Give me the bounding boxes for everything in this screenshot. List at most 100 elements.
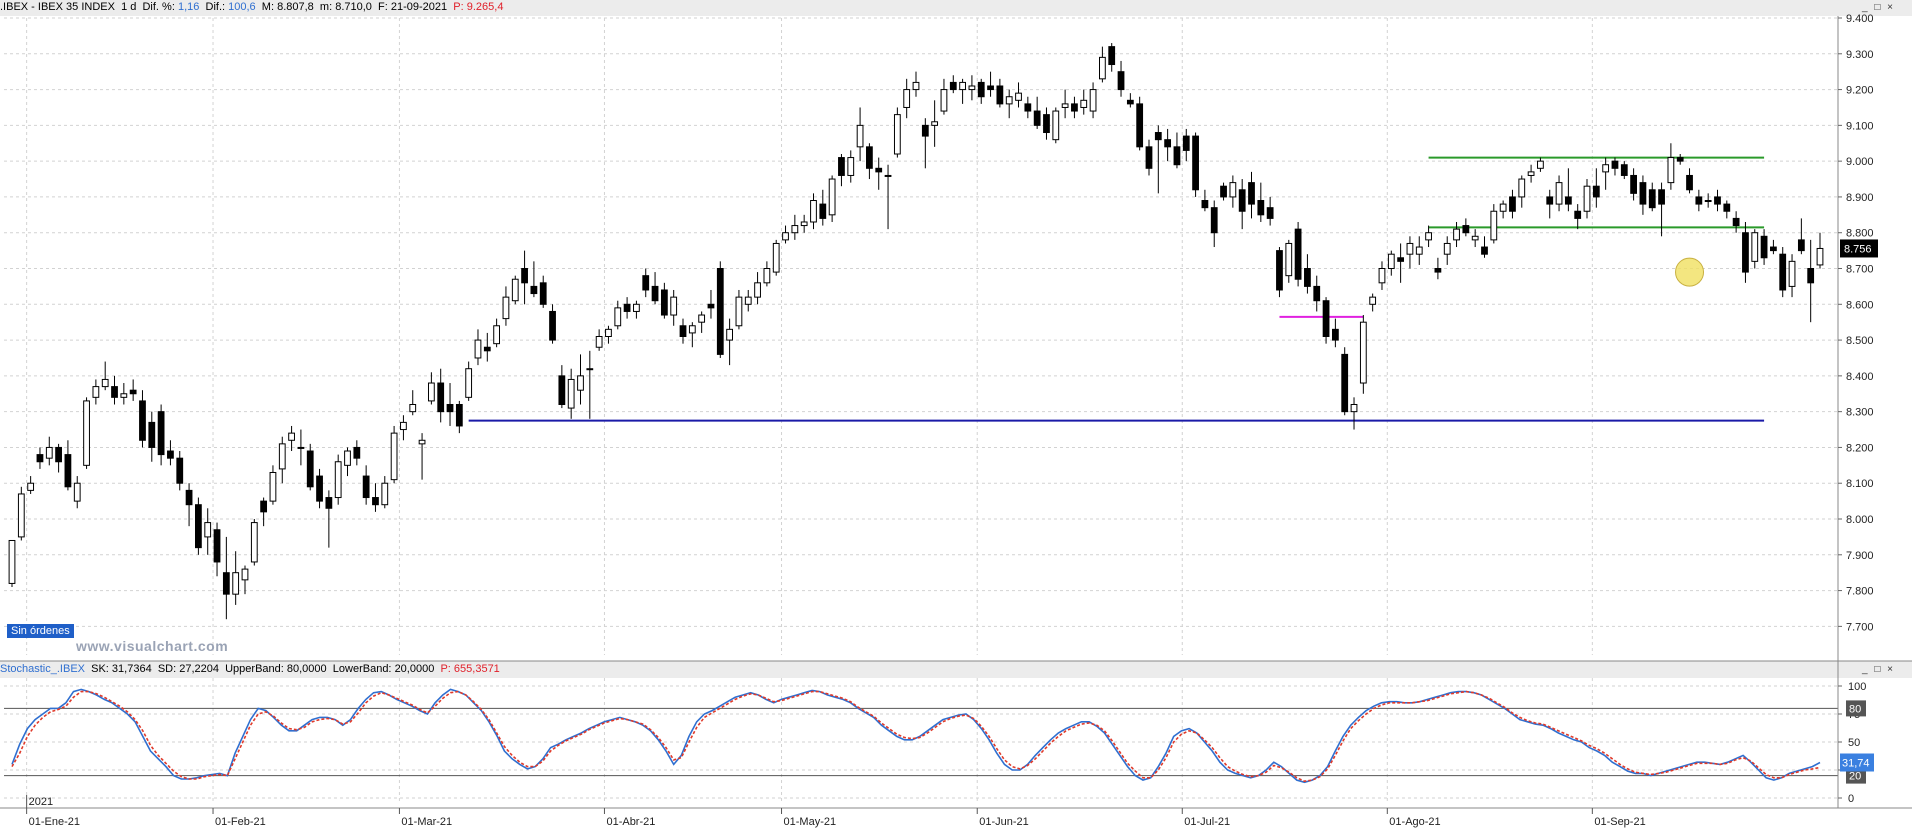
watermark: www.visualchart.com [76, 638, 229, 654]
candle-body [996, 85, 1004, 105]
candle-body [707, 303, 715, 309]
candle-body [1331, 328, 1339, 341]
candle-body [390, 432, 398, 481]
year-label: 2021 [29, 796, 53, 808]
price-tick-label: 9.300 [1846, 49, 1874, 61]
stochastic-window-buttons[interactable]: _ □ × [1862, 664, 1895, 675]
candle-body [455, 403, 463, 427]
candle-body [1024, 103, 1032, 112]
min-value: 8.710,0 [335, 1, 372, 13]
price-window-buttons[interactable]: _ □ × [1862, 2, 1895, 13]
candle-body [1080, 99, 1088, 108]
candle-body [651, 285, 659, 302]
candle-body [1192, 135, 1199, 191]
candle-body [949, 81, 957, 91]
candle-body [1751, 232, 1759, 262]
candle-body [521, 268, 528, 284]
candle-body [1788, 260, 1796, 287]
time-tick-label: 01-Jul-21 [1184, 816, 1230, 828]
candle-body [931, 121, 939, 126]
candle-body [381, 482, 389, 506]
candle-body [493, 325, 501, 345]
sd-label: SD: [157, 663, 177, 675]
date-label: F: [378, 1, 388, 13]
price-tick-label: 9.400 [1846, 13, 1874, 25]
candle-body [1760, 235, 1768, 259]
candle-body [1630, 174, 1637, 194]
upper-band-label: UpperBand: [225, 663, 284, 675]
last-price-label: 8.756 [1844, 243, 1872, 255]
candle-body [511, 278, 519, 302]
candle-body [893, 114, 901, 155]
candle-body [1620, 164, 1628, 176]
candle-body [1723, 203, 1731, 212]
candle-body [670, 296, 678, 316]
time-tick-label: 01-Ene-21 [29, 816, 80, 828]
candle-body [1369, 296, 1377, 305]
candle-body [502, 296, 510, 320]
candle-body [595, 336, 603, 348]
candle-body [586, 368, 594, 371]
highlight-marker [1675, 257, 1705, 287]
price-tick-label: 7.900 [1846, 550, 1874, 562]
candle-body [856, 124, 864, 148]
candle-body [819, 203, 827, 219]
price-tick-label: 8.300 [1846, 407, 1874, 419]
candle-body [1592, 185, 1600, 198]
candle-body [418, 439, 426, 445]
candle-body [549, 310, 556, 341]
candle-body [1397, 257, 1405, 262]
candle-body [1015, 92, 1022, 101]
candle-body [735, 296, 743, 327]
candle-body [1676, 157, 1684, 162]
orders-badge[interactable]: Sin órdenes [7, 624, 74, 638]
candle-body [1304, 268, 1311, 287]
candle-body [120, 393, 128, 398]
candle-body [204, 522, 212, 538]
candle-body [306, 450, 314, 488]
candle-body [1117, 71, 1125, 91]
max-label: M: [261, 1, 275, 13]
candle-body [176, 457, 184, 484]
chart-area: 7.700 7.800 7.900 8.000 8.100 8.200 8.300 8.400… [0, 0, 1912, 828]
dif-pct-value: 1,16 [177, 1, 200, 13]
dif-label: Dif.: [205, 1, 226, 13]
candle-body [1341, 353, 1349, 413]
candle-body [83, 400, 90, 466]
candle-body [1173, 146, 1181, 166]
candle-body [1434, 268, 1442, 273]
price-tick-label: 8.100 [1846, 478, 1874, 490]
candle-body [353, 446, 361, 459]
candle-body [157, 411, 165, 456]
candle-body [437, 382, 445, 413]
candle-body [1639, 182, 1647, 205]
candle-body [129, 389, 137, 395]
candle-body [1350, 403, 1358, 413]
candle-body [791, 225, 799, 234]
candle-body [660, 289, 668, 316]
candle-body [1686, 174, 1693, 191]
candle-body [1257, 200, 1265, 216]
stochastic-tick-label: 50 [1848, 737, 1860, 749]
candle-body [1136, 103, 1144, 148]
time-tick-label: 01-Mar-21 [401, 816, 452, 828]
candle-body [1285, 242, 1293, 277]
candle-body [1099, 56, 1106, 80]
stochastic-series [11, 688, 1821, 784]
candle-body [810, 200, 817, 223]
candle-body [772, 242, 780, 273]
candle-body [73, 482, 81, 502]
band-label: 80 [1849, 703, 1861, 715]
candle-body [1555, 182, 1563, 205]
candle-body [847, 157, 855, 176]
candle-body [1005, 96, 1013, 105]
candle-body [1061, 103, 1069, 108]
candle-body [1658, 189, 1665, 205]
price-tick-label: 8.700 [1846, 264, 1874, 276]
candle-body [260, 500, 268, 513]
candle-body [1462, 225, 1470, 234]
candle-body [474, 339, 482, 359]
candle-body [1164, 139, 1172, 148]
candle-body [400, 421, 407, 431]
candle-body [241, 568, 249, 581]
